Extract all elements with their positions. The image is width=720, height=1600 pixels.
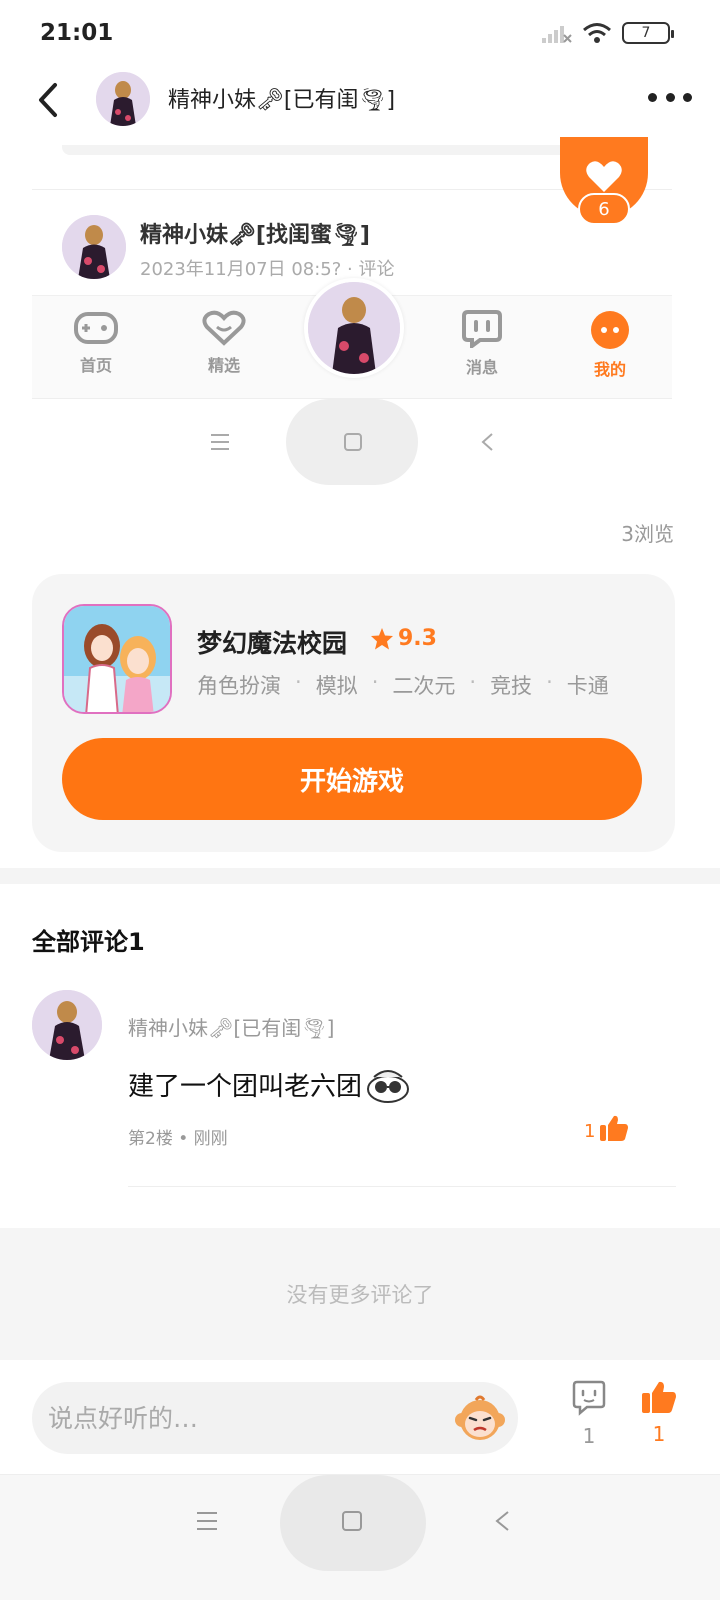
comment-input[interactable] (32, 1382, 518, 1454)
nav-label: 精选 (207, 356, 240, 375)
emoji-button[interactable] (454, 1394, 506, 1442)
comment-count-button[interactable]: 1 (564, 1380, 614, 1448)
view-count: 3浏览 (621, 522, 674, 546)
embed-nav-messages: 消息 (442, 310, 522, 378)
system-nav-bar (0, 1474, 720, 1600)
more-dot-icon (683, 92, 692, 102)
embed-system-nav (32, 399, 672, 489)
back-chevron-icon (481, 433, 493, 451)
status-icons: 7 (542, 22, 674, 44)
game-icon[interactable] (62, 604, 172, 714)
embed-author-name: 精神小妹🗝[找闺蜜🌪] (140, 223, 370, 248)
tag-separator: · (371, 670, 379, 694)
embed-nav-mine: 我的 (570, 310, 650, 380)
sunglasses-emoji-icon (367, 1069, 410, 1103)
comment-text: 建了一个团叫老六团 (128, 1066, 410, 1103)
game-tag: 模拟 (315, 674, 358, 698)
heart-icon (586, 161, 622, 192)
embed-nav-home: 首页 (56, 310, 136, 376)
home-square-icon[interactable] (342, 1511, 362, 1531)
embed-like-count: 6 (578, 193, 630, 225)
comment-meta: 第2楼 • 刚刚 (128, 1129, 228, 1149)
game-tag: 二次元 (392, 674, 456, 698)
divider (128, 1186, 676, 1187)
like-button[interactable]: 1 (634, 1380, 684, 1446)
thumbs-up-icon (600, 1115, 629, 1141)
embed-nav-center-avatar (304, 278, 404, 378)
menu-icon (211, 434, 229, 450)
embed-top-strip (62, 145, 642, 155)
rating-value: 9.3 (398, 626, 437, 651)
status-time: 21:01 (40, 20, 114, 46)
section-divider (0, 868, 720, 884)
back-button[interactable] (30, 80, 66, 120)
tag-separator: · (546, 670, 553, 694)
tag-separator: · (469, 670, 477, 694)
wifi-icon (583, 23, 611, 43)
post-image[interactable]: 6 精神小妹🗝[找闺蜜🌪] 2023年11月07日 08:5? · 评论 首页 … (32, 137, 688, 495)
back-chevron-icon[interactable] (494, 1510, 510, 1532)
game-tag: 卡通 (566, 674, 609, 698)
author-avatar[interactable] (96, 72, 150, 126)
comment-body: 建了一个团叫老六团 (128, 1072, 363, 1102)
game-tag: 竞技 (490, 674, 533, 698)
heart-outline-icon (202, 310, 246, 346)
status-bar: 21:01 7 (0, 0, 720, 68)
embed-nav-featured: 精选 (184, 310, 264, 376)
back-arrow-icon (39, 83, 57, 117)
comment-author-avatar[interactable] (32, 990, 102, 1060)
game-tag: 角色扮演 (197, 674, 281, 698)
battery-level: 7 (641, 25, 651, 41)
header: 精神小妹🗝[已有闺🌪] (0, 68, 720, 132)
no-more-comments: 没有更多评论了 (0, 1228, 720, 1360)
comment-author-name[interactable]: 精神小妹🗝[已有闺🌪] (128, 1012, 334, 1041)
like-count: 1 (652, 1422, 666, 1446)
game-rating: 9.3 (370, 626, 437, 651)
star-icon (371, 627, 393, 649)
gamepad-icon (74, 312, 118, 344)
nav-label: 首页 (79, 356, 112, 375)
bottom-input-bar: 1 1 (0, 1360, 720, 1474)
comment-bubble-icon (572, 1380, 606, 1416)
tag-separator: · (295, 670, 302, 694)
signal-icon (542, 26, 572, 43)
start-game-button[interactable]: 开始游戏 (62, 738, 642, 820)
embed-author-avatar (62, 215, 126, 279)
comments-title: 全部评论1 (32, 928, 145, 956)
more-dot-icon (665, 92, 675, 102)
comment-like-count: 1 (584, 1121, 596, 1142)
game-card[interactable]: 梦幻魔法校园 9.3 角色扮演 · 模拟 · 二次元 · 竞技 · 卡通 开始游… (32, 574, 675, 852)
message-icon (462, 310, 502, 348)
thumbs-up-icon (642, 1381, 676, 1413)
home-square-icon (344, 433, 362, 451)
game-tags: 角色扮演 · 模拟 · 二次元 · 竞技 · 卡通 (197, 670, 609, 700)
nav-label: 消息 (465, 358, 498, 377)
more-dot-icon (648, 92, 657, 102)
game-title[interactable]: 梦幻魔法校园 (197, 624, 347, 660)
embed-bottom-nav: 首页 精选 消息 我的 (32, 278, 672, 399)
battery-icon: 7 (622, 22, 674, 44)
header-author-name[interactable]: 精神小妹🗝[已有闺🌪] (168, 82, 395, 114)
monkey-emoji-icon (455, 1395, 505, 1440)
menu-icon[interactable] (196, 1511, 218, 1531)
nav-label: 我的 (593, 360, 626, 379)
comment-count: 1 (582, 1424, 596, 1448)
face-icon (591, 311, 629, 349)
more-options-button[interactable] (648, 82, 692, 112)
comment-like-button[interactable]: 1 (584, 1114, 629, 1142)
